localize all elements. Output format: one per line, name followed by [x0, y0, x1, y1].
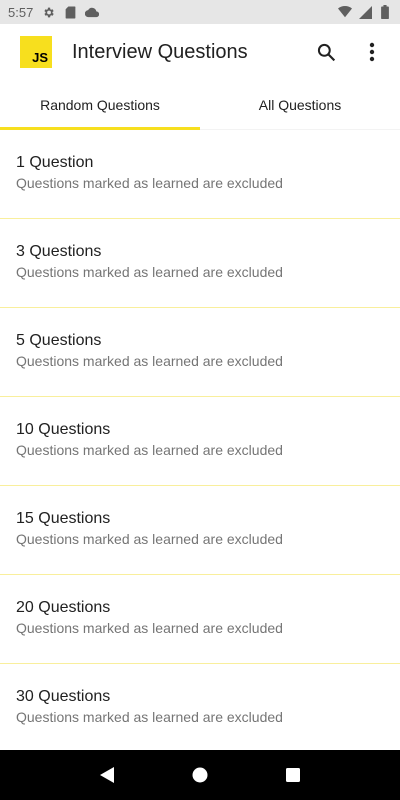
wifi-icon [338, 5, 352, 19]
more-vert-icon[interactable] [358, 38, 386, 66]
system-nav-bar [0, 750, 400, 800]
item-title: 30 Questions [16, 688, 111, 705]
tab-random-questions[interactable]: Random Questions [0, 80, 200, 130]
back-icon[interactable] [92, 760, 122, 790]
list-item[interactable]: 30 Questions Questions marked as learned… [0, 664, 400, 753]
item-title: 10 Questions [16, 421, 111, 438]
list-item[interactable]: 5 Questions Questions marked as learned … [0, 308, 400, 397]
list-item[interactable]: 1 Question Questions marked as learned a… [0, 130, 400, 219]
item-title: 15 Questions [16, 510, 111, 527]
app-bar: JS Interview Questions [0, 24, 400, 80]
page-title: Interview Questions [72, 40, 248, 63]
item-subtitle: Questions marked as learned are excluded [16, 620, 283, 636]
logo-text: JS [32, 50, 48, 65]
home-icon[interactable] [185, 760, 215, 790]
tab-label: Random Questions [40, 96, 160, 113]
item-subtitle: Questions marked as learned are excluded [16, 442, 283, 458]
cloud-icon [85, 5, 100, 19]
list-item[interactable]: 3 Questions Questions marked as learned … [0, 219, 400, 308]
item-subtitle: Questions marked as learned are excluded [16, 353, 283, 369]
sd-card-icon [63, 5, 77, 19]
list-item[interactable]: 10 Questions Questions marked as learned… [0, 397, 400, 486]
status-time: 5:57 [8, 4, 34, 20]
gear-icon [41, 5, 55, 19]
item-subtitle: Questions marked as learned are excluded [16, 709, 283, 725]
tab-all-questions[interactable]: All Questions [200, 80, 400, 129]
item-subtitle: Questions marked as learned are excluded [16, 175, 283, 191]
tab-bar: Random Questions All Questions [0, 80, 400, 130]
item-title: 3 Questions [16, 243, 102, 260]
item-title: 5 Questions [16, 332, 102, 349]
tab-label: All Questions [258, 96, 342, 113]
question-count-list: 1 Question Questions marked as learned a… [0, 130, 400, 753]
list-item[interactable]: 15 Questions Questions marked as learned… [0, 486, 400, 575]
search-icon[interactable] [312, 38, 340, 66]
signal-icon [358, 5, 372, 19]
status-bar: 5:57 [0, 0, 400, 24]
item-title: 20 Questions [16, 599, 111, 616]
item-title: 1 Question [16, 154, 94, 171]
item-subtitle: Questions marked as learned are excluded [16, 531, 283, 547]
js-logo: JS [20, 36, 52, 68]
recents-icon[interactable] [278, 760, 308, 790]
item-subtitle: Questions marked as learned are excluded [16, 264, 283, 280]
list-item[interactable]: 20 Questions Questions marked as learned… [0, 575, 400, 664]
battery-icon [378, 5, 392, 19]
